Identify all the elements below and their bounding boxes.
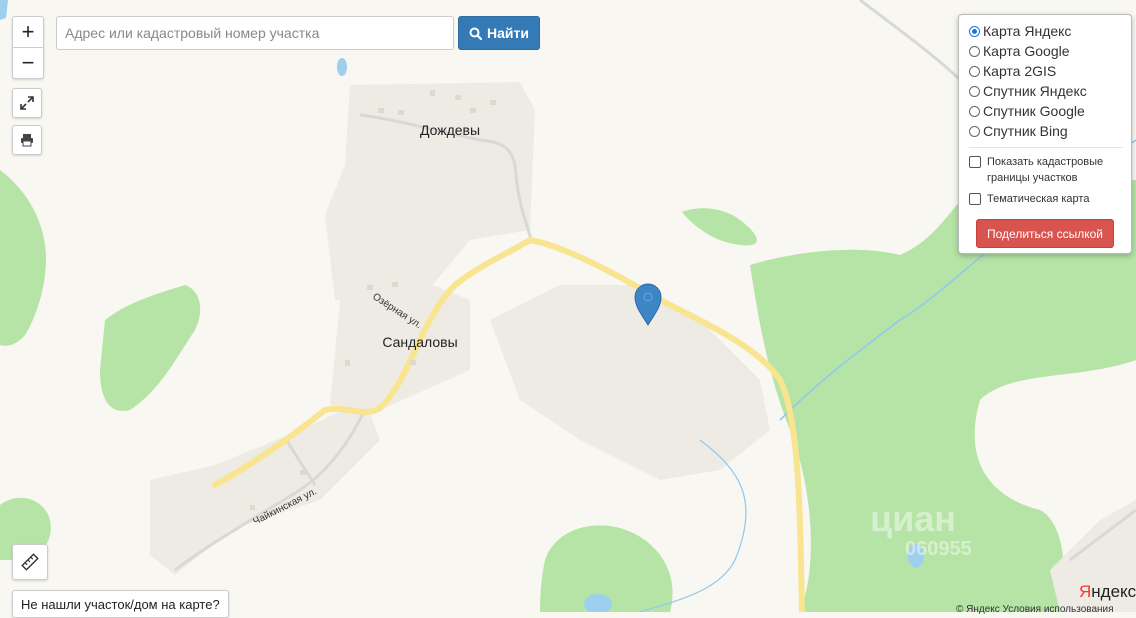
- layer-option-google-satellite[interactable]: Спутник Google: [969, 101, 1123, 121]
- cadastral-borders-label: Показать кадастровые границы участков: [987, 156, 1104, 184]
- zoom-out-button[interactable]: −: [13, 48, 43, 78]
- fullscreen-button[interactable]: [12, 88, 42, 118]
- thematic-map-label: Тематическая карта: [987, 193, 1090, 205]
- printer-icon: [21, 134, 33, 147]
- layer-option-label: Карта 2GIS: [983, 63, 1057, 79]
- ruler-icon: [21, 553, 39, 571]
- layer-option-yandex-map[interactable]: Карта Яндекс: [969, 21, 1123, 41]
- checkbox[interactable]: [969, 193, 981, 205]
- layer-option-label: Спутник Google: [983, 103, 1085, 119]
- layer-option-label: Карта Яндекс: [983, 23, 1072, 39]
- radio-button[interactable]: [969, 25, 980, 37]
- map-copyright[interactable]: © Яндекс Условия использования: [956, 604, 1114, 615]
- layer-option-yandex-satellite[interactable]: Спутник Яндекс: [969, 81, 1123, 101]
- yandex-logo[interactable]: Яндекс: [1079, 582, 1136, 602]
- zoom-in-button[interactable]: +: [13, 17, 43, 48]
- layer-option-label: Карта Google: [983, 43, 1070, 59]
- layer-option-google-map[interactable]: Карта Google: [969, 41, 1123, 61]
- not-found-link[interactable]: Не нашли участок/дом на карте?: [12, 590, 229, 618]
- radio-button[interactable]: [969, 105, 980, 117]
- radio-button[interactable]: [969, 45, 980, 57]
- share-link-button[interactable]: Поделиться ссылкой: [976, 219, 1114, 248]
- layer-option-2gis-map[interactable]: Карта 2GIS: [969, 61, 1123, 81]
- radio-button[interactable]: [969, 125, 980, 137]
- checkbox[interactable]: [969, 156, 981, 168]
- search-button-label: Найти: [487, 25, 529, 41]
- magnifier-icon: [469, 27, 483, 40]
- watermark-id: 060955: [905, 538, 972, 560]
- village-label-sandalovy: Сандаловы: [382, 334, 457, 350]
- thematic-map-toggle[interactable]: Тематическая карта: [969, 191, 1123, 207]
- layer-panel: Карта Яндекс Карта Google Карта 2GIS Спу…: [958, 14, 1132, 254]
- watermark-logo: циан: [870, 498, 957, 539]
- expand-arrows-icon: [20, 96, 34, 110]
- zoom-control: + −: [12, 16, 44, 79]
- search-input[interactable]: [56, 16, 454, 50]
- divider: [969, 147, 1123, 148]
- radio-button[interactable]: [969, 65, 980, 77]
- print-button[interactable]: [12, 125, 42, 155]
- layer-option-bing-satellite[interactable]: Спутник Bing: [969, 121, 1123, 141]
- cadastral-borders-toggle[interactable]: Показать кадастровые границы участков: [969, 154, 1123, 186]
- ruler-button[interactable]: [12, 544, 48, 580]
- village-label-dozhdevy: Дождевы: [420, 122, 480, 138]
- radio-button[interactable]: [969, 85, 980, 97]
- layer-option-label: Спутник Bing: [983, 123, 1068, 139]
- search-button[interactable]: Найти: [458, 16, 540, 50]
- layer-option-label: Спутник Яндекс: [983, 83, 1087, 99]
